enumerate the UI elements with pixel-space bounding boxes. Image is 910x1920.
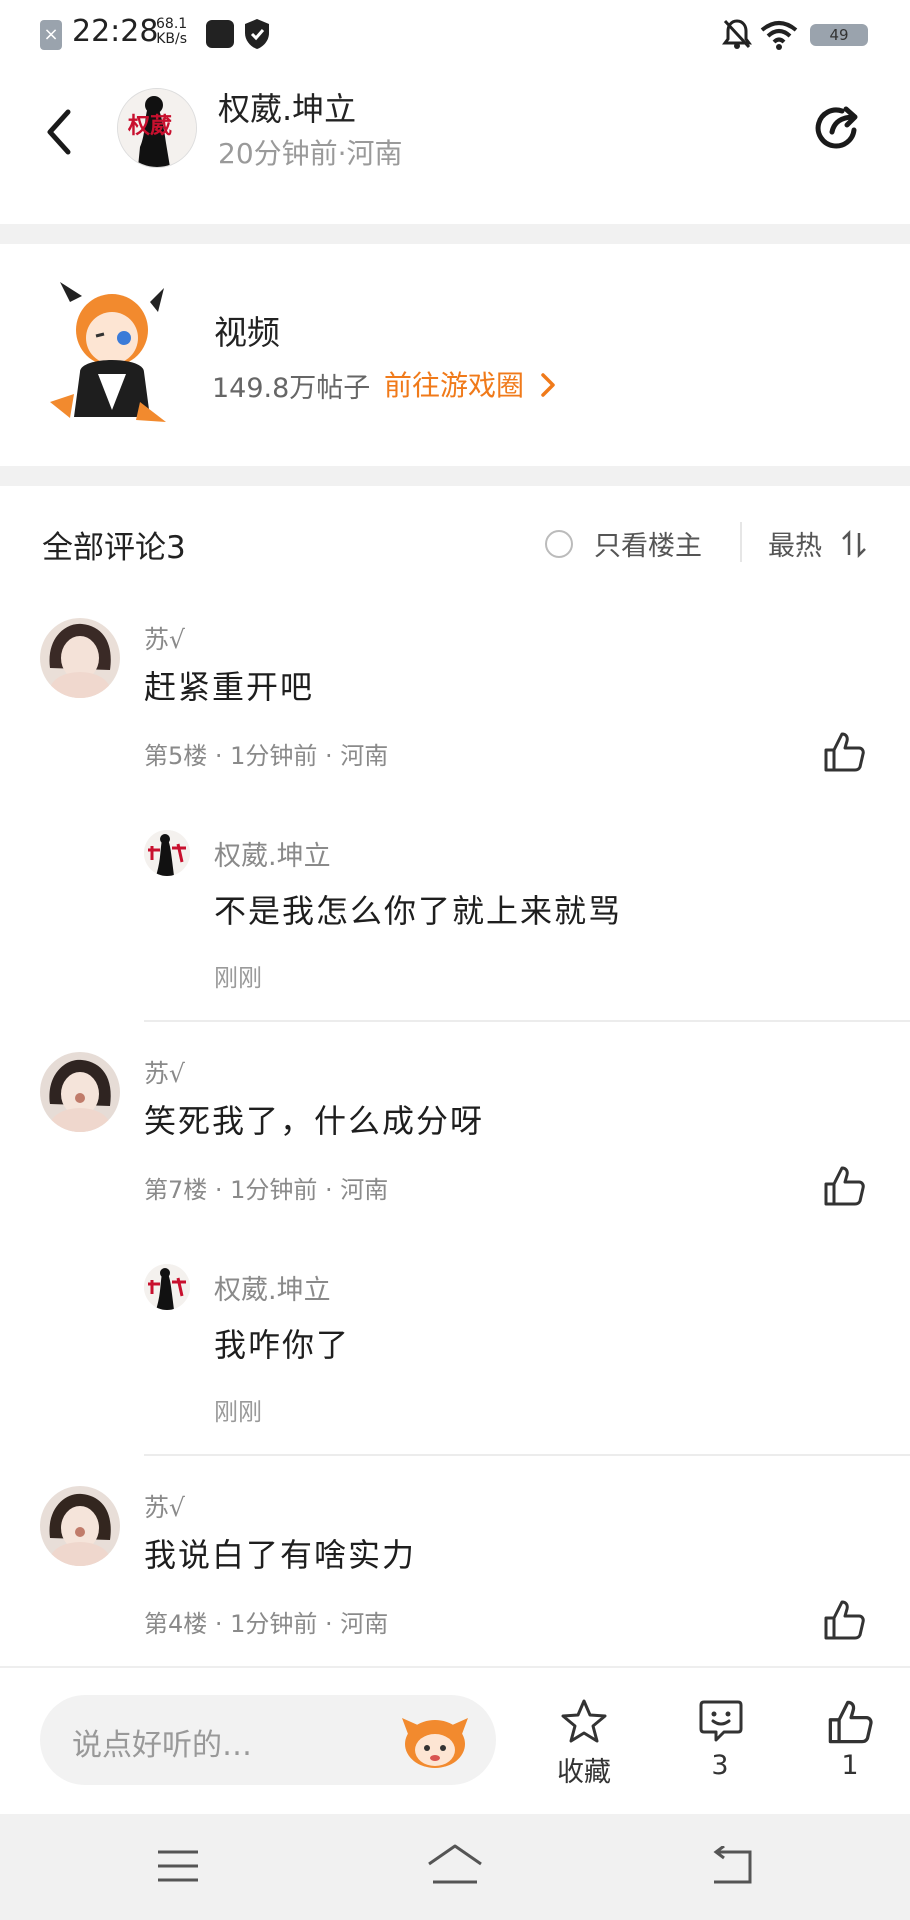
comment-bubble-icon — [699, 1700, 743, 1742]
comment-input-placeholder: 说点好听的… — [72, 1728, 252, 1763]
like-count: 1 — [841, 1750, 859, 1781]
comment-separator — [144, 1454, 910, 1456]
comment-meta: 第7楼 · 1分钟前 · 河南 — [144, 1176, 389, 1204]
thumbs-up-icon — [824, 1600, 865, 1640]
section-divider — [0, 224, 910, 244]
favorite-label: 收藏 — [557, 1757, 611, 1788]
only-op-radio[interactable] — [545, 530, 573, 558]
thumbs-up-icon — [824, 732, 865, 772]
favorite-button[interactable]: 收藏 — [548, 1698, 620, 1788]
app-notification-icon — [206, 20, 234, 48]
reply-text[interactable]: 不是我怎么你了就上来就骂 — [214, 886, 622, 932]
thumbs-up-icon — [828, 1700, 873, 1744]
post-meta: 20分钟前·河南 — [218, 137, 403, 170]
commenter-name[interactable]: 苏√ — [144, 1054, 185, 1090]
circle-name: 视频 — [214, 313, 280, 352]
shield-icon — [244, 18, 270, 54]
reply-author-name[interactable]: 权葳.坤立 — [214, 1268, 331, 1307]
comments-title: 全部评论3 — [42, 530, 186, 566]
notification-x-icon: × — [40, 20, 62, 50]
status-bar: × 22:28 68.1 KB/s 49 — [0, 0, 910, 70]
chevron-right-icon — [541, 373, 555, 397]
reply-time: 刚刚 — [214, 964, 262, 992]
menu-icon — [158, 1850, 198, 1882]
reply-avatar[interactable] — [144, 830, 190, 876]
comment-separator — [144, 1020, 910, 1022]
go-to-circle-label: 前往游戏圈 — [384, 369, 525, 402]
chevron-left-icon — [47, 109, 71, 155]
bell-off-icon — [722, 18, 752, 54]
home-button[interactable] — [425, 1842, 485, 1890]
go-to-circle-link[interactable]: 前往游戏圈 — [384, 364, 557, 404]
back-nav-button[interactable] — [708, 1844, 754, 1890]
back-button[interactable] — [40, 104, 80, 160]
section-divider — [0, 466, 910, 486]
comment-text[interactable]: 我说白了有啥实力 — [144, 1530, 416, 1576]
comment-text[interactable]: 笑死我了，什么成分呀 — [144, 1096, 484, 1142]
like-post-button[interactable]: 1 — [822, 1698, 878, 1782]
reply-time: 刚刚 — [214, 1398, 262, 1426]
thumbs-up-icon — [824, 1166, 865, 1206]
comment-meta: 第4楼 · 1分钟前 · 河南 — [144, 1610, 389, 1638]
commenter-name[interactable]: 苏√ — [144, 620, 185, 656]
mascot-emoji-button[interactable] — [400, 1712, 470, 1770]
sort-toggle[interactable]: 最热 — [768, 524, 869, 563]
comment-meta: 第5楼 · 1分钟前 · 河南 — [144, 742, 389, 770]
sort-icon — [841, 529, 866, 559]
commenter-avatar[interactable] — [40, 618, 120, 698]
share-icon — [815, 106, 858, 149]
circle-image[interactable] — [40, 282, 180, 427]
system-nav-bar — [0, 1814, 910, 1920]
back-nav-icon — [713, 1844, 752, 1884]
header-separator — [740, 522, 742, 562]
network-speed-unit: KB/s — [156, 31, 187, 47]
comments-button[interactable]: 3 — [690, 1698, 750, 1782]
avatar-text: 权葳 — [127, 113, 172, 139]
share-button[interactable] — [810, 100, 866, 156]
bottom-bar-border — [0, 1666, 910, 1668]
comment-like-button[interactable] — [822, 730, 866, 774]
home-icon — [428, 1844, 482, 1884]
comment-count: 3 — [711, 1750, 729, 1781]
star-icon — [561, 1699, 607, 1743]
comment-like-button[interactable] — [822, 1598, 866, 1642]
comment-text[interactable]: 赶紧重开吧 — [144, 662, 314, 708]
author-name[interactable]: 权葳.坤立 — [218, 84, 356, 130]
only-op-label[interactable]: 只看楼主 — [594, 524, 702, 563]
comment-like-button[interactable] — [822, 1164, 866, 1208]
wifi-icon — [760, 20, 798, 54]
reply-text[interactable]: 我咋你了 — [214, 1320, 350, 1366]
network-speed: 68.1 KB/s — [156, 17, 187, 47]
reply-avatar[interactable] — [144, 1264, 190, 1310]
status-time: 22:28 — [72, 14, 159, 49]
commenter-avatar[interactable] — [40, 1052, 120, 1132]
commenter-name[interactable]: 苏√ — [144, 1488, 185, 1524]
circle-post-count: 149.8万帖子 — [212, 373, 371, 404]
menu-button[interactable] — [156, 1848, 200, 1888]
battery-indicator: 49 — [810, 24, 868, 46]
author-avatar[interactable]: 权葳 — [117, 88, 197, 168]
network-speed-value: 68.1 — [156, 16, 188, 32]
reply-author-name[interactable]: 权葳.坤立 — [214, 834, 331, 873]
sort-label: 最热 — [768, 531, 822, 562]
commenter-avatar[interactable] — [40, 1486, 120, 1566]
